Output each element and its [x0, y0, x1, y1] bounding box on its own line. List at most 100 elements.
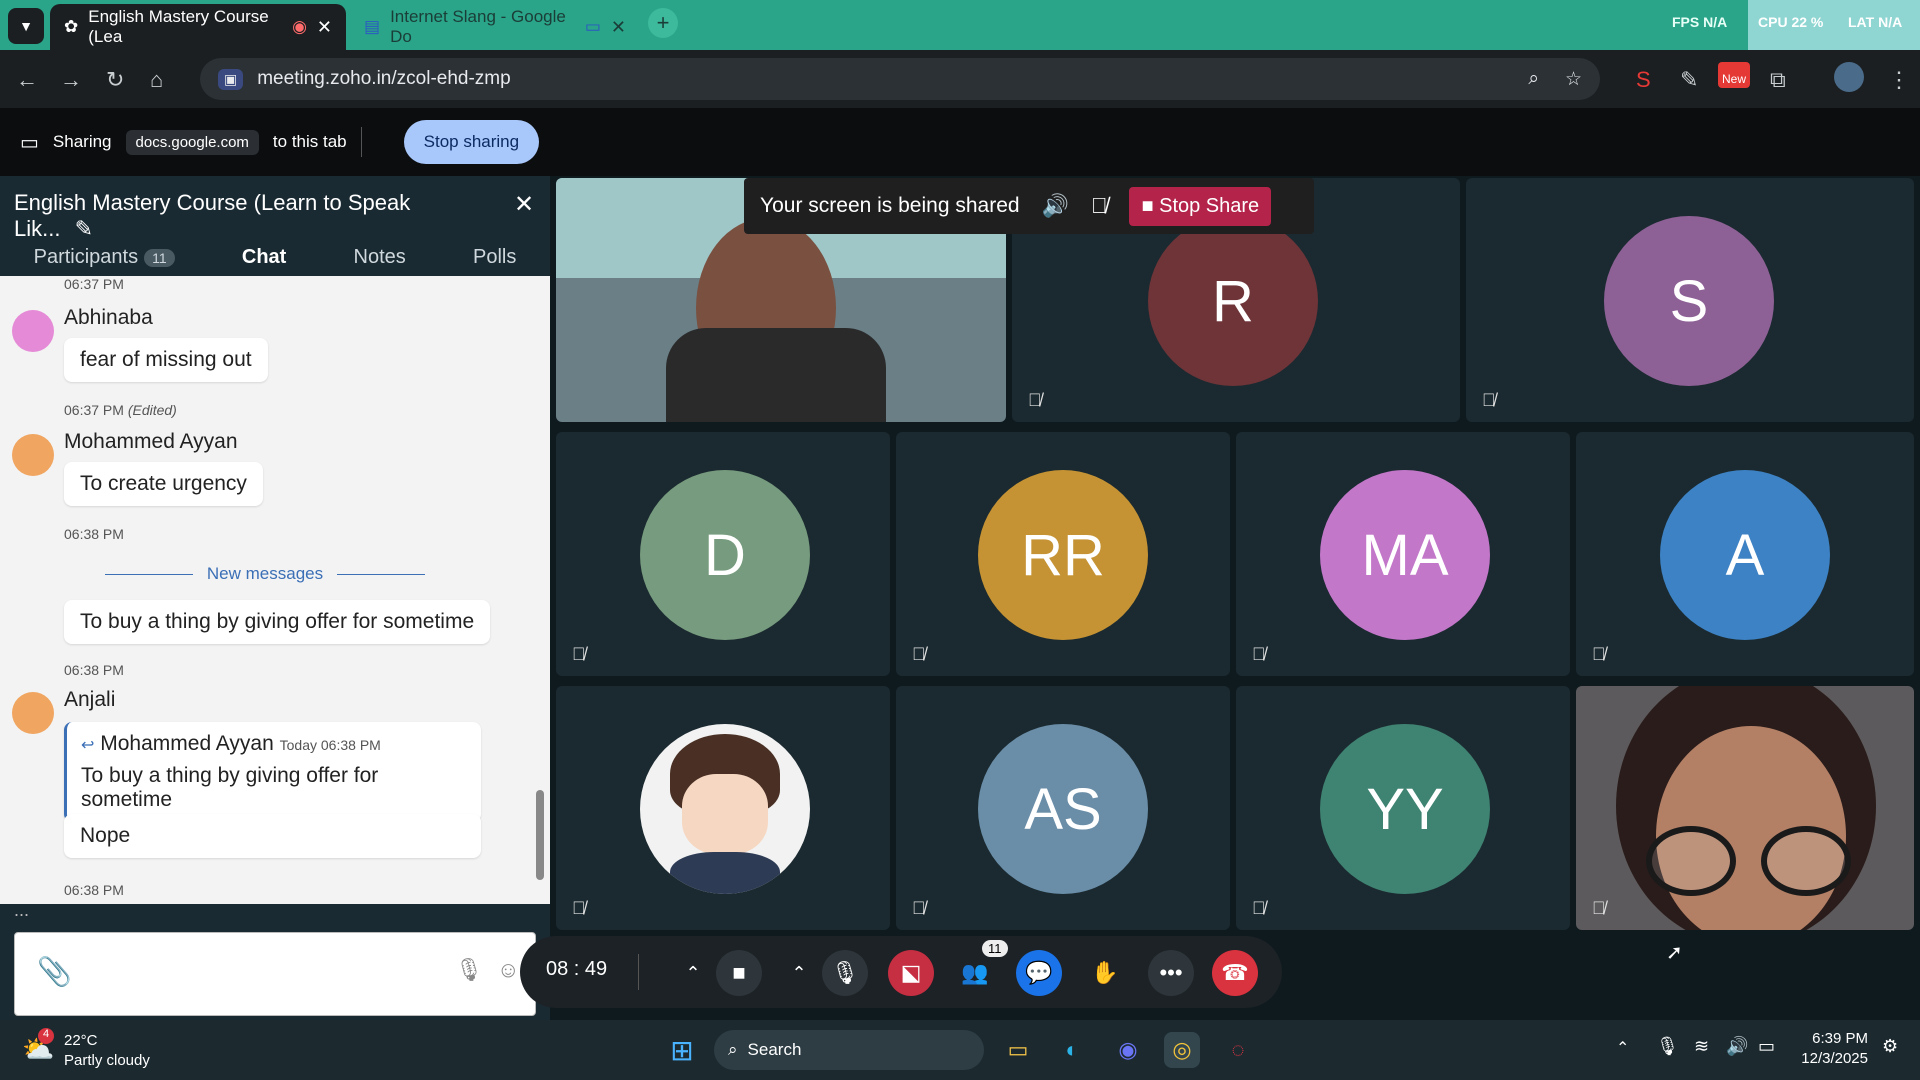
edge-icon[interactable]: ◐: [1054, 1032, 1090, 1068]
microphone-button[interactable]: 🎙: [822, 950, 868, 996]
video-tile-ma[interactable]: MA 🎙̸: [1236, 432, 1570, 676]
microphone-icon[interactable]: 🎙: [455, 957, 483, 983]
video-tile-yy[interactable]: YY 🎙̸: [1236, 686, 1570, 930]
tab-internet-slang[interactable]: ▤ Internet Slang - Google Do ▭ ✕: [350, 4, 640, 50]
chat-input[interactable]: 📎 🎙 ☺: [14, 932, 536, 1016]
video-tile-a[interactable]: A 🎙̸: [1576, 432, 1914, 676]
muted-mic-icon: 🎙̸: [572, 898, 586, 918]
hide-eye-icon[interactable]: 👁̸: [1091, 193, 1108, 219]
bookmark-star-icon[interactable]: ☆: [1565, 68, 1582, 91]
divider: [360, 127, 362, 157]
zoho-favicon-icon: ✿: [64, 17, 79, 36]
forward-icon[interactable]: →: [60, 67, 82, 93]
sender-name: Mohammed Ayyan: [64, 430, 238, 453]
tab-english-mastery[interactable]: ✿ English Mastery Course (Lea ◉ ✕: [50, 4, 346, 50]
browser-tab-strip: ▼ ✿ English Mastery Course (Lea ◉ ✕ ▤ In…: [0, 0, 1920, 50]
lat-stat: LAT N/A: [1848, 14, 1903, 30]
speaker-icon[interactable]: 🔊: [1042, 193, 1069, 219]
file-explorer-icon[interactable]: ▭: [1000, 1032, 1036, 1068]
volume-icon[interactable]: 🔊: [1726, 1036, 1748, 1057]
notifications-icon[interactable]: ⚙: [1882, 1036, 1898, 1057]
muted-mic-icon: 🎙̸: [912, 898, 926, 918]
stop-share-button[interactable]: ■ Stop Share: [1129, 186, 1272, 226]
leave-call-button[interactable]: ☎: [1212, 950, 1258, 996]
extensions-puzzle-icon[interactable]: ⧉: [1770, 67, 1786, 93]
cast-icon: ▭: [584, 17, 601, 36]
battery-icon[interactable]: ▭: [1758, 1036, 1775, 1057]
tab-sharing-bar: ▭ Sharing docs.google.com to this tab St…: [0, 108, 1920, 176]
mouse-cursor-icon: ➚: [1666, 942, 1683, 964]
show-hidden-icons-chevron[interactable]: ⌃: [1616, 1038, 1629, 1058]
close-panel-icon[interactable]: ✕: [514, 190, 534, 219]
zoom-icon[interactable]: ⌕: [1528, 68, 1539, 90]
stop-sharing-button[interactable]: Stop sharing: [403, 120, 540, 164]
taskbar-search[interactable]: ⌕ Search: [714, 1030, 984, 1070]
reply-bubble[interactable]: ↩ Mohammed Ayyan Today 06:38 PM To buy a…: [64, 722, 481, 822]
wifi-icon[interactable]: ≋: [1694, 1036, 1709, 1057]
microphone-tray-icon[interactable]: 🎙: [1656, 1036, 1679, 1057]
video-tile-rr[interactable]: RR 🎙̸: [896, 432, 1230, 676]
chrome-icon[interactable]: ◎: [1164, 1032, 1200, 1068]
meeting-toolbar: 08 : 49 ⌃ ■ ⌃ 🎙 ⬕ 👥 11 💬 ✋ ••• ☎: [520, 936, 1282, 1008]
windows-start-icon[interactable]: ⊞: [664, 1032, 700, 1068]
discord-icon[interactable]: ◉: [1110, 1032, 1146, 1068]
clock-time[interactable]: 6:39 PM: [1796, 1030, 1868, 1047]
avatar-ma: MA: [1320, 470, 1490, 640]
camera-button[interactable]: ■: [716, 950, 762, 996]
message-bubble[interactable]: Nope: [64, 814, 481, 858]
video-tile-as[interactable]: AS 🎙̸: [896, 686, 1230, 930]
more-options-button[interactable]: •••: [1148, 950, 1194, 996]
typing-indicator: ...: [14, 900, 30, 920]
fps-stat: FPS N/A: [1672, 14, 1728, 30]
close-tab-icon[interactable]: ✕: [611, 17, 626, 38]
video-options-chevron-icon[interactable]: ⌃: [670, 950, 716, 996]
chat-scrollbar[interactable]: [534, 276, 546, 904]
site-info-icon[interactable]: ▣: [218, 68, 244, 90]
message-bubble[interactable]: To buy a thing by giving offer for somet…: [64, 600, 491, 644]
extension-feather-icon[interactable]: ✎: [1680, 67, 1698, 93]
video-tile-camera[interactable]: 🎙̸: [1576, 686, 1914, 930]
avatar-rr: RR: [978, 470, 1148, 640]
avatar-illustration: [640, 724, 810, 894]
audio-options-chevron-icon[interactable]: ⌃: [776, 950, 822, 996]
weather-condition: Partly cloudy: [64, 1052, 150, 1069]
emoji-icon[interactable]: ☺: [497, 957, 519, 983]
raise-hand-button[interactable]: ✋: [1082, 950, 1128, 996]
screen-share-icon: ▭: [20, 131, 39, 154]
extension-s-icon[interactable]: S: [1636, 67, 1651, 93]
back-icon[interactable]: ←: [16, 67, 38, 93]
message-bubble[interactable]: To create urgency: [64, 462, 263, 506]
google-docs-favicon-icon: ▤: [364, 17, 381, 36]
url-bar[interactable]: ▣ meeting.zoho.in/zcol-ehd-zmp ⌕ ☆: [200, 58, 1600, 100]
quoted-text: To buy a thing by giving offer for somet…: [81, 764, 379, 811]
video-tile-d[interactable]: D 🎙̸: [556, 432, 890, 676]
participants-count-badge: 11: [982, 940, 1008, 957]
share-notice-text: Your screen is being shared: [760, 194, 1020, 217]
avatar-a: A: [1660, 470, 1830, 640]
tab-search-chevron-icon[interactable]: ▼: [8, 8, 44, 44]
close-tab-icon[interactable]: ✕: [317, 17, 332, 38]
avatar: [12, 692, 54, 734]
message-time: 06:38 PM: [64, 526, 124, 542]
muted-mic-icon: 🎙̸: [1592, 898, 1606, 918]
attachment-icon[interactable]: 📎: [37, 955, 72, 988]
reload-icon[interactable]: ↻: [106, 67, 124, 93]
weather-badge: 4: [38, 1028, 54, 1044]
sender-name: Abhinaba: [64, 306, 153, 329]
extension-new-badge[interactable]: New: [1718, 62, 1751, 88]
video-tile-anime[interactable]: 🎙̸: [556, 686, 890, 930]
menu-kebab-icon[interactable]: ⋮: [1888, 67, 1910, 93]
muted-mic-icon: 🎙̸: [1252, 898, 1266, 918]
video-tile-s[interactable]: S 🎙̸: [1466, 178, 1914, 422]
app-icon[interactable]: ◌: [1220, 1032, 1256, 1068]
muted-mic-icon: 🎙̸: [572, 644, 586, 664]
message-bubble[interactable]: fear of missing out: [64, 338, 268, 382]
chat-button[interactable]: 💬: [1016, 950, 1062, 996]
stop-presentation-button[interactable]: ⬕: [888, 950, 934, 996]
message-time: 06:37 PM (Edited): [64, 402, 177, 418]
profile-avatar[interactable]: [1834, 62, 1864, 92]
new-tab-button[interactable]: +: [648, 8, 678, 38]
home-icon[interactable]: ⌂: [150, 67, 163, 93]
clock-date[interactable]: 12/3/2025: [1786, 1050, 1868, 1067]
new-messages-divider: New messages: [105, 564, 425, 584]
